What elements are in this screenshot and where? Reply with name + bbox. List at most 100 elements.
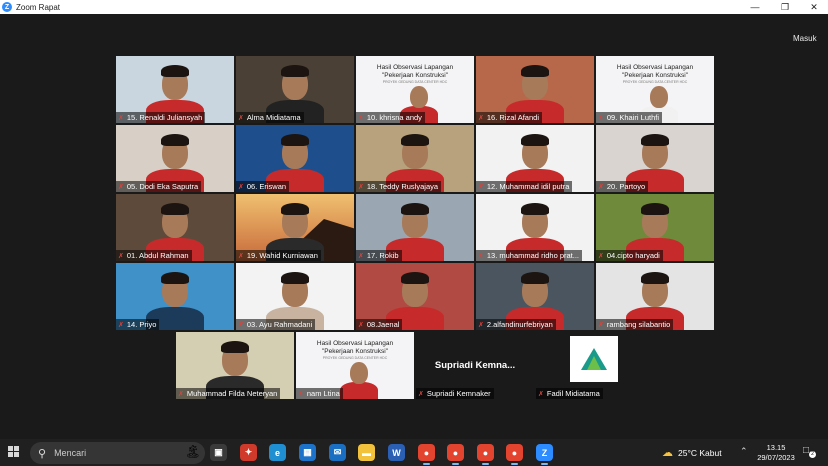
- participant-tile[interactable]: ✗ Fadil Midiatama: [536, 332, 654, 399]
- muted-mic-icon: ✗: [358, 321, 364, 329]
- participant-tile[interactable]: ✗ Muhammad Filda Neteryan: [176, 332, 294, 399]
- participant-name-label: ✗ Alma Midiatama: [236, 112, 304, 123]
- participant-name-label: ✗ 01. Abdul Rahman: [116, 250, 192, 261]
- muted-mic-icon: ✗: [598, 252, 604, 260]
- participant-name: 15. Renaldi Juliansyah: [126, 113, 203, 122]
- participant-name: 04.cipto haryadi: [606, 251, 660, 260]
- participant-hair: [521, 134, 549, 146]
- muted-mic-icon: ✗: [238, 114, 244, 122]
- participant-name: 2.alfandinurfebriyan: [486, 320, 553, 329]
- participant-name-label: ✗ 10. khrisna andy: [356, 112, 425, 123]
- muted-mic-icon: ✗: [418, 390, 424, 398]
- participant-hair: [401, 203, 429, 215]
- participant-name-label: ✗ Supriadi Kemnaker: [416, 388, 494, 399]
- weather-icon: ☁: [662, 447, 673, 459]
- participant-tile[interactable]: ✗ 15. Renaldi Juliansyah: [116, 56, 234, 123]
- participant-tile[interactable]: ✗ 14. Priyo: [116, 263, 234, 330]
- slide-text: Hasil Observasi Lapangan: [376, 64, 454, 71]
- participant-face: [650, 86, 668, 108]
- participant-name: 19. Wahid Kurniawan: [246, 251, 318, 260]
- participant-name: Supriadi Kemnaker: [426, 389, 491, 398]
- participant-display-name: Supriadi Kemna...: [434, 360, 516, 371]
- participant-tile[interactable]: ✗ 19. Wahid Kurniawan: [236, 194, 354, 261]
- muted-mic-icon: ✗: [238, 183, 244, 191]
- notification-icon[interactable]: □ 2: [803, 445, 816, 458]
- zoom-logo-icon: Z: [2, 2, 12, 12]
- island-widget-icon: 🏝: [184, 444, 201, 459]
- participant-tile[interactable]: ✗ rambang silabantio: [596, 263, 714, 330]
- system-clock[interactable]: 13.15 29/07/2023: [756, 443, 796, 463]
- taskbar-search[interactable]: ⚲ Mencari 🏝: [30, 442, 205, 464]
- participant-body: [340, 382, 378, 399]
- search-icon: ⚲: [38, 447, 47, 460]
- participant-hair: [521, 65, 549, 77]
- participant-name: nam Ltina: [306, 389, 340, 398]
- muted-mic-icon: ✗: [178, 390, 184, 398]
- participant-name: 08.Jaenal: [366, 320, 400, 329]
- mail-icon[interactable]: ✉: [329, 444, 346, 461]
- participant-name-label: ✗ 06. Eriswan: [236, 181, 290, 192]
- participant-name: 09. Khairi Luthfi: [606, 113, 659, 122]
- participant-tile[interactable]: ✗ 03. Ayu Rahmadani: [236, 263, 354, 330]
- participant-name: 06. Eriswan: [246, 182, 287, 191]
- participant-tile[interactable]: ✗ 18. Teddy Ruslyajaya: [356, 125, 474, 192]
- participant-tile[interactable]: ✗ 08.Jaenal: [356, 263, 474, 330]
- participant-hair: [521, 203, 549, 215]
- chrome-icon[interactable]: ●: [418, 444, 435, 465]
- participant-tile[interactable]: ✗ 13. muhammad ridho prat...: [476, 194, 594, 261]
- muted-mic-icon: ✗: [478, 183, 484, 191]
- muted-mic-icon: ✗: [478, 114, 484, 122]
- participant-hair: [641, 134, 669, 146]
- windows-start-icon[interactable]: [8, 446, 20, 458]
- chevron-up-icon[interactable]: ⌃: [740, 446, 748, 457]
- participant-name-label: ✗ 16. Rizal Afandi: [476, 112, 542, 123]
- participant-hair: [161, 65, 189, 77]
- restore-icon[interactable]: ❐: [771, 0, 799, 14]
- participant-name: 17. Rokib: [366, 251, 399, 260]
- participant-tile[interactable]: Hasil Observasi Lapangan "Pekerjaan Konst…: [596, 56, 714, 123]
- chrome-icon[interactable]: ●: [447, 444, 464, 465]
- word-icon[interactable]: W: [388, 444, 405, 461]
- app-gift-icon[interactable]: ✦: [240, 444, 257, 461]
- enter-button[interactable]: Masuk: [793, 34, 817, 43]
- notification-badge: 2: [809, 451, 816, 458]
- participant-name-label: ✗ Fadil Midiatama: [536, 388, 603, 399]
- zoom-icon[interactable]: Z: [536, 444, 553, 465]
- muted-mic-icon: ✗: [358, 252, 364, 260]
- participant-hair: [281, 134, 309, 146]
- participant-tile[interactable]: ✗ 12. Muhammad idil putra: [476, 125, 594, 192]
- participant-tile[interactable]: Hasil Observasi Lapangan "Pekerjaan Konst…: [356, 56, 474, 123]
- store-icon[interactable]: ▦: [299, 444, 316, 461]
- participant-tile[interactable]: ✗ 05. Dodi Eka Saputra: [116, 125, 234, 192]
- slide-text: Hasil Observasi Lapangan: [316, 340, 394, 347]
- participant-tile[interactable]: ✗ 2.alfandinurfebriyan: [476, 263, 594, 330]
- close-icon[interactable]: ✕: [800, 0, 828, 14]
- file-explorer-icon[interactable]: ▬: [358, 444, 375, 461]
- participant-tile[interactable]: ✗ 16. Rizal Afandi: [476, 56, 594, 123]
- participant-tile[interactable]: ✗ 20. Partoyo: [596, 125, 714, 192]
- edge-browser-icon[interactable]: e: [269, 444, 286, 461]
- chrome-icon[interactable]: ●: [506, 444, 523, 465]
- participant-name: 16. Rizal Afandi: [486, 113, 539, 122]
- participant-hair: [281, 65, 309, 77]
- participant-name: Alma Midiatama: [246, 113, 301, 122]
- participant-name: 20. Partoyo: [606, 182, 646, 191]
- participant-tile[interactable]: Hasil Observasi Lapangan "Pekerjaan Konst…: [296, 332, 414, 399]
- participant-name-label: ✗ Muhammad Filda Neteryan: [176, 388, 281, 399]
- participant-tile[interactable]: ✗ Alma Midiatama: [236, 56, 354, 123]
- participant-name-label: ✗ rambang silabantio: [596, 319, 674, 330]
- participant-tile[interactable]: ✗ 17. Rokib: [356, 194, 474, 261]
- participant-face: [350, 362, 368, 384]
- minimize-icon[interactable]: —: [741, 0, 769, 14]
- slide-text: "Pekerjaan Konstruksi": [321, 348, 389, 355]
- muted-mic-icon: ✗: [478, 321, 484, 329]
- participant-tile[interactable]: ✗ 04.cipto haryadi: [596, 194, 714, 261]
- participant-tile[interactable]: Supriadi Kemna... ✗ Supriadi Kemnaker: [416, 332, 534, 399]
- participant-name-label: ✗ 12. Muhammad idil putra: [476, 181, 573, 192]
- chrome-icon[interactable]: ●: [477, 444, 494, 465]
- participant-tile[interactable]: ✗ 06. Eriswan: [236, 125, 354, 192]
- weather-widget[interactable]: ☁ 25°C Kabut: [662, 446, 722, 459]
- task-view-icon[interactable]: ▣: [210, 444, 227, 461]
- meeting-gallery: Masuk ✗ 15. Renaldi Juliansyah ✗ Alma Midia…: [0, 14, 828, 439]
- participant-tile[interactable]: ✗ 01. Abdul Rahman: [116, 194, 234, 261]
